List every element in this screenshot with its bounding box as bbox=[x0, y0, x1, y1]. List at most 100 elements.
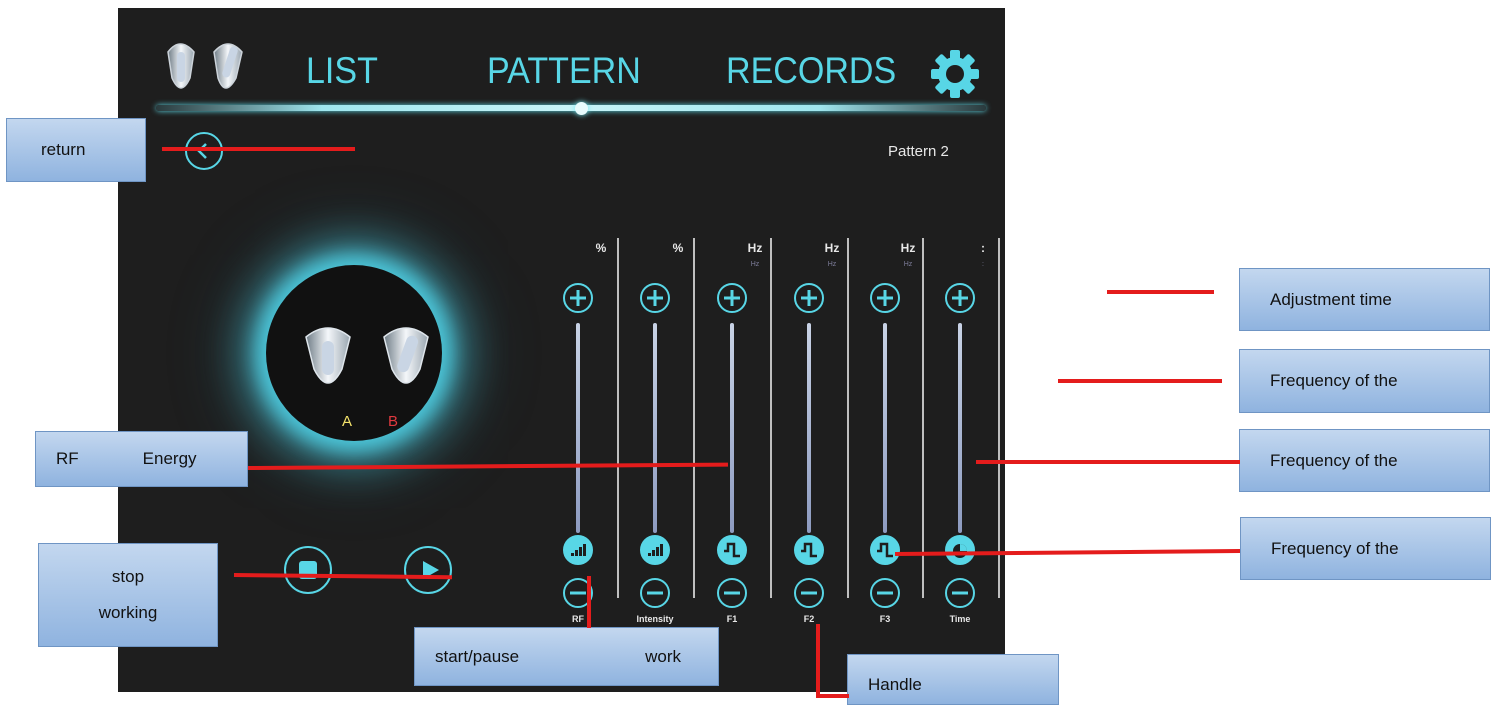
gear-icon[interactable] bbox=[929, 48, 981, 100]
plus-icon bbox=[952, 290, 968, 306]
callout-line-start-pause bbox=[587, 576, 591, 628]
callout-frequency-3: Frequency of the bbox=[1240, 517, 1491, 580]
column-unit: : bbox=[981, 241, 985, 255]
column-label-f2: F2 bbox=[803, 614, 815, 624]
increase-intensity-button[interactable] bbox=[640, 283, 670, 313]
rf-slider-track[interactable] bbox=[576, 323, 580, 533]
f3-slider-track[interactable] bbox=[883, 323, 887, 533]
callout-work-text: work bbox=[645, 646, 682, 666]
signal-bars-icon bbox=[648, 544, 663, 556]
callout-return-text: return bbox=[41, 140, 86, 159]
decrease-f2-button[interactable] bbox=[794, 578, 824, 608]
column-divider bbox=[770, 238, 772, 598]
callout-working-text: working bbox=[98, 603, 158, 622]
nav-tab-pattern[interactable]: PATTERN bbox=[487, 50, 641, 92]
minus-icon bbox=[647, 591, 663, 595]
intensity-slider-track[interactable] bbox=[653, 323, 657, 533]
minus-icon bbox=[801, 591, 817, 595]
increase-f1-button[interactable] bbox=[717, 283, 747, 313]
plus-icon bbox=[570, 290, 586, 306]
callout-line-return bbox=[162, 147, 355, 151]
column-divider bbox=[847, 238, 849, 598]
column-divider bbox=[693, 238, 695, 598]
handles-icon[interactable] bbox=[162, 38, 254, 102]
f2-slider-track[interactable] bbox=[807, 323, 811, 533]
decrease-time-button[interactable] bbox=[945, 578, 975, 608]
callout-stop-working: stop working bbox=[38, 543, 218, 647]
plus-icon bbox=[724, 290, 740, 306]
column-divider bbox=[998, 238, 1000, 598]
callout-frequency-2-text: Frequency of the bbox=[1270, 450, 1398, 470]
callout-frequency-1: Frequency of the bbox=[1239, 349, 1490, 413]
column-divider bbox=[922, 238, 924, 598]
decrease-intensity-button[interactable] bbox=[640, 578, 670, 608]
callout-line-frequency-2 bbox=[976, 460, 1240, 464]
stop-button[interactable] bbox=[284, 546, 332, 594]
nav-tab-list[interactable]: LIST bbox=[306, 50, 378, 92]
minus-icon bbox=[724, 591, 740, 595]
increase-time-button[interactable] bbox=[945, 283, 975, 313]
decrease-f3-button[interactable] bbox=[870, 578, 900, 608]
square-wave-icon bbox=[724, 542, 740, 558]
increase-rf-button[interactable] bbox=[563, 283, 593, 313]
callout-frequency-2: Frequency of the bbox=[1239, 429, 1490, 492]
column-label-f3: F3 bbox=[879, 614, 891, 624]
square-wave-icon bbox=[801, 542, 817, 558]
decrease-f1-button[interactable] bbox=[717, 578, 747, 608]
callout-handle-text: Handle bbox=[868, 675, 922, 694]
column-label-intensity: Intensity bbox=[636, 614, 674, 624]
column-unit: % bbox=[672, 241, 684, 255]
f1-slider-track[interactable] bbox=[730, 323, 734, 533]
handle-b-icon bbox=[383, 327, 429, 384]
column-unit: Hz bbox=[824, 241, 840, 255]
tab-indicator-dot bbox=[575, 102, 588, 115]
increase-f2-button[interactable] bbox=[794, 283, 824, 313]
callout-return: return bbox=[6, 118, 146, 182]
column-unit: Hz bbox=[900, 241, 916, 255]
f2-slider-handle[interactable] bbox=[794, 535, 824, 565]
f3-slider-handle[interactable] bbox=[870, 535, 900, 565]
column-label-rf: RF bbox=[572, 614, 584, 624]
callout-line-handle-h bbox=[816, 694, 849, 698]
plus-icon bbox=[647, 290, 663, 306]
nav-tab-records[interactable]: RECORDS bbox=[726, 50, 896, 92]
column-divider bbox=[617, 238, 619, 598]
callout-start-pause-text: start/pause bbox=[435, 646, 520, 666]
plus-icon bbox=[801, 290, 817, 306]
intensity-slider-handle[interactable] bbox=[640, 535, 670, 565]
callout-line-handle-v bbox=[816, 624, 820, 698]
square-wave-icon bbox=[877, 542, 893, 558]
time-slider-track[interactable] bbox=[958, 323, 962, 533]
callout-line-frequency-1 bbox=[1058, 379, 1222, 383]
back-arrow-icon bbox=[197, 143, 207, 159]
column-unit: % bbox=[595, 241, 607, 255]
play-button[interactable] bbox=[404, 546, 452, 594]
callout-frequency-1-text: Frequency of the bbox=[1270, 371, 1398, 390]
clock-icon bbox=[953, 544, 967, 558]
handle-b-label: B bbox=[388, 413, 399, 430]
callout-stop-text: stop bbox=[111, 567, 145, 586]
callout-adjustment-time: Adjustment time bbox=[1239, 268, 1490, 331]
column-subunit: : bbox=[982, 261, 984, 268]
callout-adjustment-time-text: Adjustment time bbox=[1270, 289, 1392, 309]
column-subunit: Hz bbox=[827, 261, 837, 268]
callout-rf-text: RF bbox=[56, 449, 79, 468]
rf-slider-handle[interactable] bbox=[563, 535, 593, 565]
callout-line-adjustment-time bbox=[1107, 290, 1214, 294]
increase-f3-button[interactable] bbox=[870, 283, 900, 313]
callout-rf-energy: RF Energy bbox=[35, 431, 248, 487]
time-slider-handle[interactable] bbox=[945, 535, 975, 565]
pattern-name: Pattern 2 bbox=[888, 143, 949, 160]
column-unit: Hz bbox=[747, 241, 763, 255]
callout-energy-text: Energy bbox=[142, 449, 197, 468]
callout-start-pause: start/pause work bbox=[414, 627, 719, 686]
f1-slider-handle[interactable] bbox=[717, 535, 747, 565]
callout-frequency-3-text: Frequency of the bbox=[1271, 538, 1399, 558]
plus-icon bbox=[877, 290, 893, 306]
minus-icon bbox=[952, 591, 968, 595]
column-subunit: Hz bbox=[903, 261, 913, 268]
column-subunit: Hz bbox=[750, 261, 760, 268]
back-button[interactable] bbox=[185, 132, 223, 170]
app-screen: LIST PATTERN RECORDS Pattern 2 A B % RF … bbox=[118, 8, 1005, 692]
minus-icon bbox=[877, 591, 893, 595]
